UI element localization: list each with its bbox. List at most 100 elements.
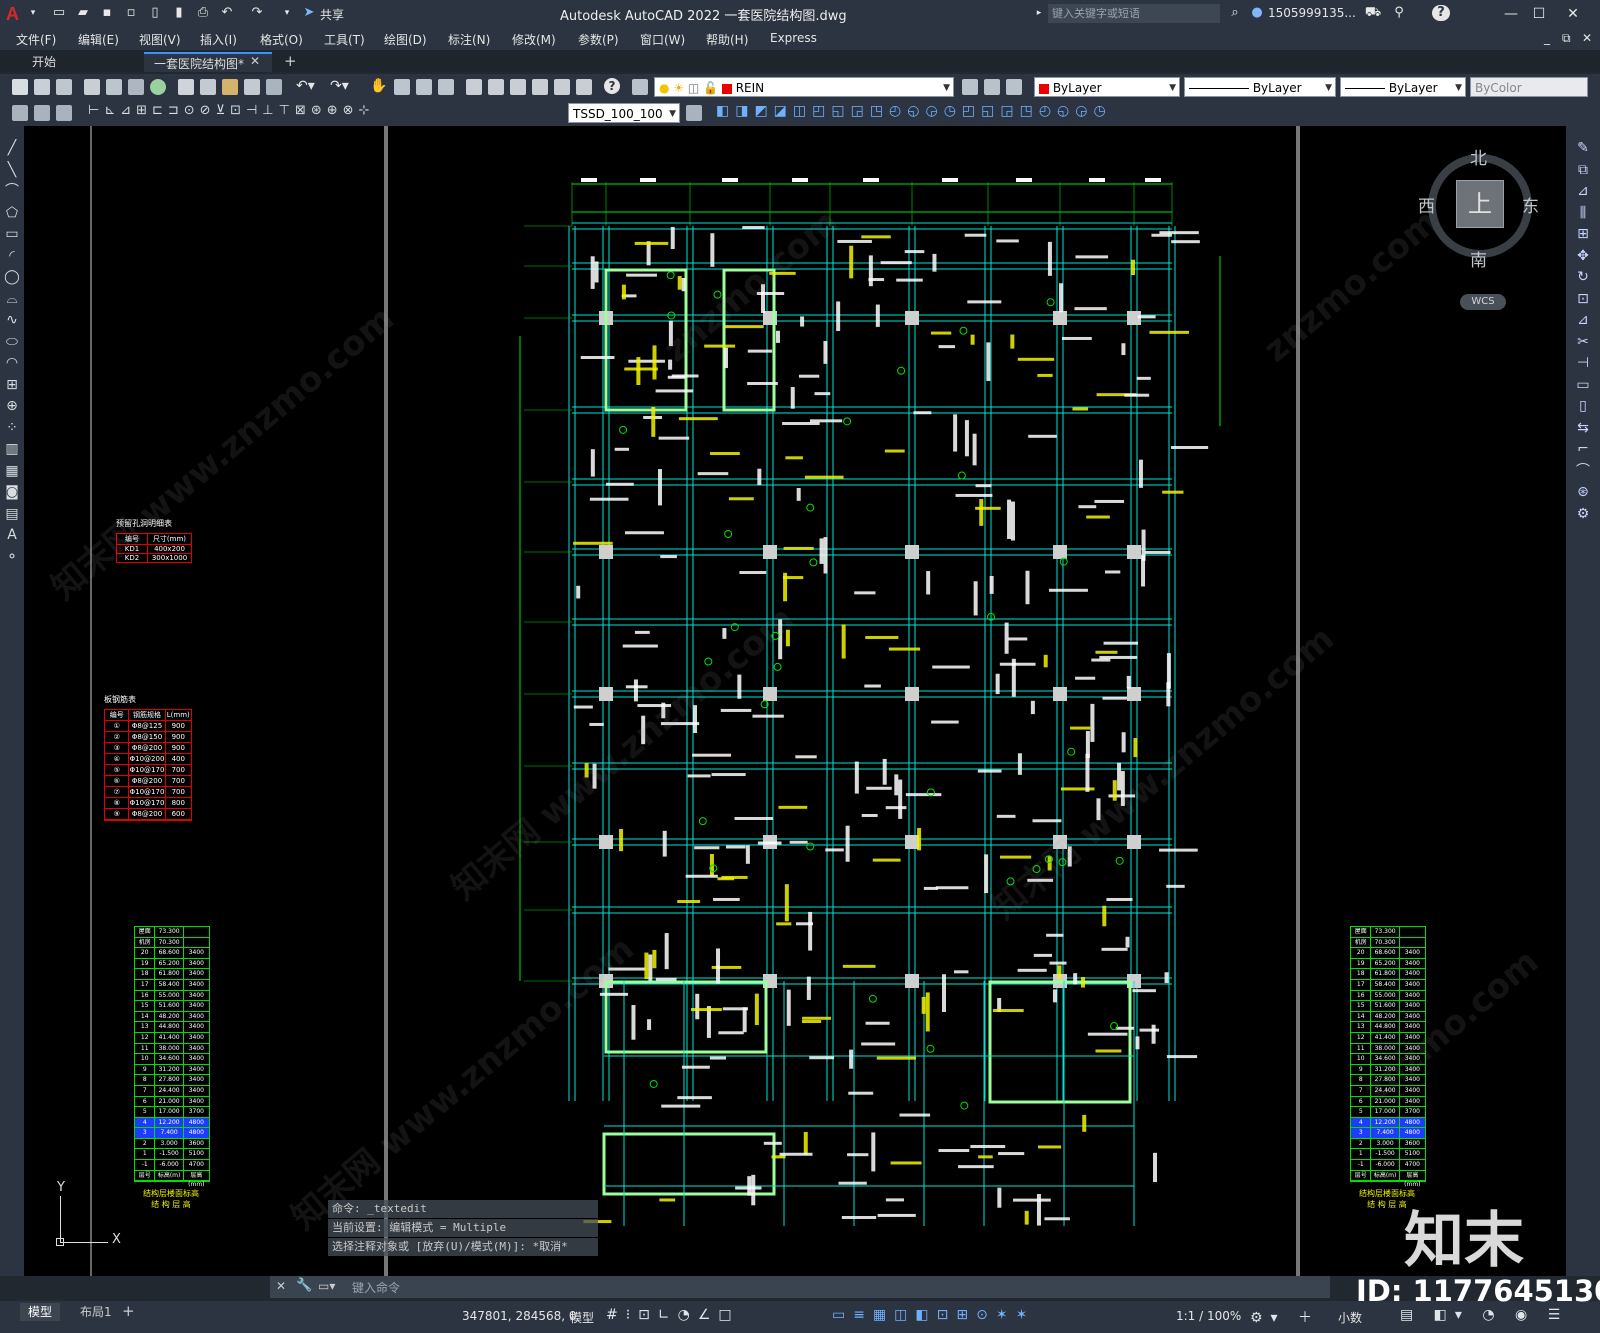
add-layout-icon[interactable]: + xyxy=(122,1302,135,1320)
redo-icon[interactable]: ↷▾ xyxy=(330,78,349,94)
search-icon[interactable]: ⌕ xyxy=(1226,5,1244,21)
search-input[interactable]: 键入关键字或短语 xyxy=(1048,4,1220,23)
new-tab-icon[interactable]: + xyxy=(284,52,297,70)
plot-icon[interactable] xyxy=(84,79,100,95)
help-icon[interactable]: ? xyxy=(604,78,620,94)
dimstyle-dropdown[interactable]: TSSD_100_100 ▼ xyxy=(568,103,680,123)
maximize-icon[interactable]: ☐ xyxy=(1528,4,1550,24)
menu-insert[interactable]: 插入(I) xyxy=(200,31,237,48)
minimize-icon[interactable]: — xyxy=(1500,4,1522,24)
osnap-toggles-icon[interactable]: ▭≡▦◫◧⊡⊞⊙✶✶ xyxy=(832,1307,1035,1323)
command-close-icon[interactable]: ✕ xyxy=(276,1279,286,1293)
quickcalc-icon[interactable] xyxy=(576,79,592,95)
layer-properties-icon[interactable] xyxy=(632,79,648,95)
menu-draw[interactable]: 绘图(D) xyxy=(384,31,427,48)
redo-icon[interactable]: ↷ xyxy=(248,5,266,21)
viewcube-west[interactable]: 西 xyxy=(1418,192,1435,217)
layer-dropdown[interactable]: ● ☀ ◫ 🔓 REIN ▼ xyxy=(654,77,954,97)
make-current-icon[interactable] xyxy=(962,79,978,95)
user-name[interactable]: 1505999135... xyxy=(1268,6,1356,20)
menu-express[interactable]: Express xyxy=(770,31,817,45)
units-setting[interactable]: 小数 xyxy=(1338,1309,1362,1326)
view-tools-icon[interactable]: ◧◨◩◪◫◰◱◲◳◴◵◶◷◰◱◲◳◴◵◶◷ xyxy=(716,103,1112,119)
menu-dimension[interactable]: 标注(N) xyxy=(448,31,490,48)
menu-parametric[interactable]: 参数(P) xyxy=(578,31,619,48)
workspace-icon[interactable]: ⚙▾ ＋ xyxy=(1250,1307,1320,1327)
menu-edit[interactable]: 编辑(E) xyxy=(78,31,119,48)
cart-icon[interactable]: ⛟ xyxy=(1364,5,1382,21)
connect-icon[interactable]: ⚲ xyxy=(1390,5,1408,21)
block-editor-icon[interactable] xyxy=(266,79,282,95)
properties-icon[interactable] xyxy=(466,79,482,95)
doc-restore-icon[interactable]: ⧉ xyxy=(1562,31,1571,46)
zoom-realtime-icon[interactable] xyxy=(394,79,410,95)
model-space-toggle[interactable]: 模型 xyxy=(570,1309,594,1326)
layer-state-icon[interactable] xyxy=(1006,79,1022,95)
menu-modify[interactable]: 修改(M) xyxy=(512,31,556,48)
close-icon[interactable]: ✕ xyxy=(1562,4,1584,24)
wcs-menu[interactable]: WCS xyxy=(1460,294,1506,310)
layer-previous-icon[interactable] xyxy=(984,79,1000,95)
plot-preview-icon[interactable] xyxy=(106,79,122,95)
menu-file[interactable]: 文件(F) xyxy=(16,31,56,48)
tool-b-icon[interactable] xyxy=(34,105,50,121)
command-recent-icon[interactable]: ▭▾ xyxy=(318,1279,335,1293)
drawing-canvas[interactable]: 预留孔洞明细表 编号 尺寸(mm) KD1 400x200 KD2 300x10… xyxy=(24,126,1566,1276)
command-customize-icon[interactable]: 🔧 xyxy=(296,1278,312,1293)
pan-icon[interactable]: ✋ xyxy=(370,78,387,94)
open-web-icon[interactable]: ▯ xyxy=(146,5,164,21)
tab-start[interactable]: 开始 xyxy=(22,52,142,72)
doc-minimize-icon[interactable]: _ xyxy=(1544,31,1550,45)
undo-icon[interactable]: ↶▾ xyxy=(296,78,315,94)
plotstyle-dropdown[interactable]: ByColor xyxy=(1470,77,1588,97)
drafting-toggles-icon[interactable]: #⁝⊡∟◔∠□ xyxy=(606,1307,740,1323)
share-button[interactable]: 共享 xyxy=(320,6,344,23)
status-tools-icon[interactable]: ▤ ◧▾ ◔ ◉ ☰ xyxy=(1400,1307,1568,1323)
open-icon[interactable] xyxy=(34,79,50,95)
coordinates-readout[interactable]: 347801, 284568, 0 xyxy=(462,1309,577,1323)
annotation-scale[interactable]: 1:1 / 100% xyxy=(1176,1309,1241,1323)
draw-tools-icon[interactable]: ╱ ╲ ⌒ ⬠ ▭ ◜ ◯ ⌓ ∿ ⬭ ◠ ⊞ ⊕ ⁘ ▥ ▦ ◙ ▤ A ⚬ xyxy=(4,138,20,568)
3d-dwf-icon[interactable] xyxy=(150,79,166,95)
sheet-set-icon[interactable] xyxy=(532,79,548,95)
viewcube[interactable]: 上 北 南 东 西 xyxy=(1418,149,1539,271)
dim-update-icon[interactable] xyxy=(686,105,702,121)
menu-help[interactable]: 帮助(H) xyxy=(706,31,748,48)
menu-format[interactable]: 格式(O) xyxy=(260,31,303,48)
match-properties-icon[interactable] xyxy=(244,79,260,95)
app-menu-chevron-icon[interactable]: ▾ xyxy=(24,5,42,21)
new-file-icon[interactable]: ▭ xyxy=(50,5,68,21)
save-icon[interactable] xyxy=(56,79,72,95)
save-icon[interactable]: ▪ xyxy=(98,5,116,21)
viewcube-south[interactable]: 南 xyxy=(1470,246,1487,271)
linetype-dropdown[interactable]: ByLayer ▼ xyxy=(1184,77,1336,97)
copy-icon[interactable] xyxy=(200,79,216,95)
save-as-icon[interactable]: ▫ xyxy=(122,5,140,21)
share-icon[interactable]: ➤ xyxy=(300,5,318,21)
viewcube-north[interactable]: 北 xyxy=(1470,144,1487,169)
tab-layout1[interactable]: 布局1 xyxy=(72,1303,120,1321)
dimension-tools-icon[interactable]: ⊢⊾⊿⊞⊏⊐⊙⊘⊻⊡⊣⊥⊤⊠⊛⊕⊗⊹ xyxy=(88,103,374,118)
zoom-previous-icon[interactable] xyxy=(438,79,454,95)
design-center-icon[interactable] xyxy=(488,79,504,95)
tool-c-icon[interactable] xyxy=(56,105,72,121)
tool-a-icon[interactable] xyxy=(12,105,28,121)
modify-tools-icon[interactable]: ✎ ⧉ ⊿ ⫼ ⊞ ✥ ↻ ⊡ ⊿ ✂ ⊣ ▭ ▯ ⇆ ⌐ ⌒ ⊛ ⚙ xyxy=(1574,138,1592,525)
viewcube-face[interactable]: 上 xyxy=(1456,180,1504,228)
qat-customize-icon[interactable]: ▾ xyxy=(278,5,296,21)
paste-icon[interactable] xyxy=(222,79,238,95)
open-file-icon[interactable]: ▰ xyxy=(74,5,92,21)
doc-close-icon[interactable]: ✕ xyxy=(1582,31,1592,45)
cut-icon[interactable] xyxy=(178,79,194,95)
command-input[interactable]: 键入命令 xyxy=(352,1279,400,1296)
qnew-icon[interactable] xyxy=(12,79,28,95)
publish-icon[interactable] xyxy=(128,79,144,95)
menu-window[interactable]: 窗口(W) xyxy=(640,31,685,48)
viewcube-east[interactable]: 东 xyxy=(1522,192,1539,217)
markup-icon[interactable] xyxy=(554,79,570,95)
tool-palettes-icon[interactable] xyxy=(510,79,526,95)
menu-tools[interactable]: 工具(T) xyxy=(324,31,365,48)
tab-model[interactable]: 模型 xyxy=(20,1303,61,1321)
color-dropdown[interactable]: ByLayer ▼ xyxy=(1034,77,1180,97)
user-icon[interactable]: ● xyxy=(1248,5,1266,21)
